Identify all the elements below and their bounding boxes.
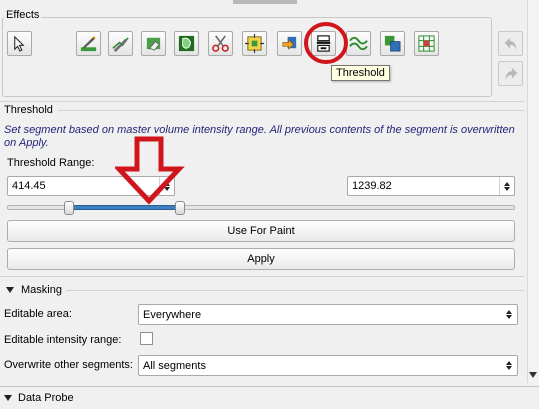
highlight-circle <box>304 22 348 64</box>
margin-icon[interactable] <box>242 31 267 56</box>
threshold-title-line <box>58 110 524 111</box>
apply-divider <box>0 276 524 277</box>
vertical-scrollbar[interactable] <box>527 0 539 383</box>
overwrite-segments-combobox[interactable]: All segments <box>138 355 518 376</box>
apply-label: Apply <box>247 253 275 265</box>
editable-area-value: Everywhere <box>143 308 202 321</box>
paint-icon[interactable] <box>76 31 101 56</box>
editable-intensity-range-checkbox[interactable] <box>140 332 153 345</box>
overwrite-segments-label: Overwrite other segments: <box>4 359 133 371</box>
threshold-section-title: Threshold <box>4 104 53 116</box>
draw-icon[interactable] <box>108 31 133 56</box>
threshold-tooltip: Threshold <box>331 65 390 81</box>
use-for-paint-button[interactable]: Use For Paint <box>7 220 515 242</box>
erase-icon[interactable] <box>141 31 166 56</box>
threshold-range-label: Threshold Range: <box>7 157 95 169</box>
editable-area-label: Editable area: <box>4 308 72 320</box>
islands-icon[interactable] <box>380 31 405 56</box>
logical-operators-icon[interactable] <box>414 31 439 56</box>
masking-header[interactable]: Masking <box>6 284 62 296</box>
overwrite-segments-value: All segments <box>143 359 206 372</box>
masking-title: Masking <box>21 284 62 296</box>
masking-title-line <box>66 290 524 291</box>
section-divider <box>0 101 524 102</box>
threshold-description: Set segment based on master volume inten… <box>4 124 515 149</box>
effects-title: Effects <box>4 9 42 21</box>
editable-area-combobox[interactable]: Everywhere <box>138 304 518 325</box>
slider-min-handle[interactable] <box>64 201 74 215</box>
data-probe-title: Data Probe <box>18 392 74 404</box>
splitter-handle[interactable] <box>233 0 297 4</box>
data-probe-bar[interactable]: Data Probe <box>0 386 539 409</box>
hollow-icon[interactable] <box>277 31 302 56</box>
threshold-max-stepper[interactable] <box>499 177 514 195</box>
use-for-paint-label: Use For Paint <box>227 225 295 237</box>
level-tracing-icon[interactable] <box>174 31 199 56</box>
threshold-max-value: 1239.82 <box>352 180 392 192</box>
undo-icon[interactable] <box>498 31 523 56</box>
combo-arrows-icon <box>501 361 517 370</box>
scroll-down-icon[interactable] <box>529 372 537 378</box>
combo-arrows-icon <box>501 310 517 319</box>
threshold-range-slider[interactable] <box>7 200 515 216</box>
collapse-arrow-icon <box>4 395 12 401</box>
scissors-icon[interactable] <box>208 31 233 56</box>
collapse-arrow-icon <box>6 287 14 293</box>
data-probe-header: Data Probe <box>4 392 74 404</box>
threshold-max-spinbox[interactable]: 1239.82 <box>347 176 515 196</box>
smoothing-icon[interactable] <box>346 31 371 56</box>
redo-icon[interactable] <box>498 61 523 86</box>
editable-intensity-range-label: Editable intensity range: <box>4 334 122 346</box>
select-arrow-icon[interactable] <box>7 31 32 56</box>
annotation-arrow <box>115 136 185 205</box>
apply-button[interactable]: Apply <box>7 248 515 270</box>
effects-group <box>2 17 492 97</box>
